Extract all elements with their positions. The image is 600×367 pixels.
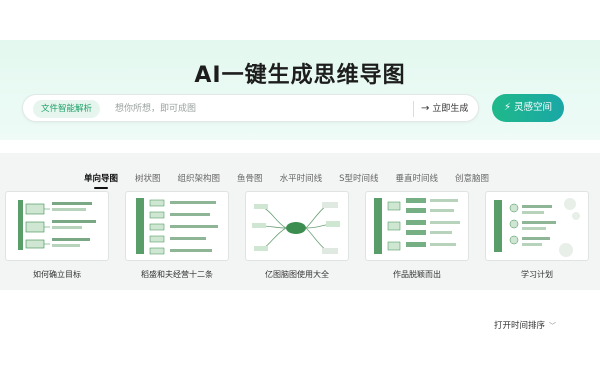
divider bbox=[413, 101, 414, 117]
tab-org-chart[interactable]: 组织架构图 bbox=[178, 172, 221, 186]
card-title: 亿图脑图使用大全 bbox=[265, 270, 329, 279]
tab-vertical-timeline[interactable]: 垂直时间线 bbox=[395, 172, 438, 186]
card-title: 作品脱颖而出 bbox=[393, 270, 441, 279]
card-thumbnail bbox=[125, 191, 229, 261]
card-title: 如何确立目标 bbox=[33, 270, 81, 279]
generate-button[interactable]: → 立即生成 bbox=[421, 100, 468, 118]
prompt-input[interactable] bbox=[115, 99, 415, 119]
mindmap-thumbnail-icon bbox=[374, 198, 460, 254]
mindmap-thumbnail-icon bbox=[252, 202, 340, 254]
card-thumbnail bbox=[245, 191, 349, 261]
search-bar: 文件智能解析 →立即生成 bbox=[22, 94, 479, 122]
arrow-right-icon: → bbox=[421, 103, 430, 114]
template-card[interactable]: 亿图脑图使用大全 bbox=[245, 191, 349, 280]
mindmap-thumbnail-icon bbox=[136, 198, 218, 255]
template-card[interactable]: 学习计划 bbox=[485, 191, 589, 280]
tab-one-way-map[interactable]: 单向导图 bbox=[84, 172, 118, 189]
chevron-down-icon: ﹀ bbox=[549, 322, 557, 330]
inspiration-space-button[interactable]: ⚡ 灵感空间 bbox=[492, 94, 564, 122]
sort-label: 打开时间排序 bbox=[494, 321, 546, 331]
tab-tree-chart[interactable]: 树状图 bbox=[135, 172, 161, 186]
top-strip bbox=[0, 0, 600, 40]
template-card[interactable]: 稻盛和夫经营十二条 bbox=[125, 191, 229, 280]
tab-fishbone[interactable]: 鱼骨图 bbox=[237, 172, 263, 186]
template-card[interactable]: 如何确立目标 bbox=[5, 191, 109, 280]
hero-banner bbox=[0, 40, 600, 140]
template-cards: 如何确立目标 稻盛和夫经营十二条 亿图脑图使用大全 作品脱颖而出 学习计划 bbox=[5, 191, 595, 281]
card-title: 学习计划 bbox=[521, 270, 553, 279]
hero-title: AI一键生成思维导图 bbox=[194, 63, 406, 88]
tab-creative-mindmap[interactable]: 创意脑图 bbox=[455, 172, 489, 186]
card-thumbnail bbox=[365, 191, 469, 261]
sort-dropdown[interactable]: 打开时间排序 ﹀ bbox=[494, 319, 556, 331]
template-card[interactable]: 作品脱颖而出 bbox=[365, 191, 469, 280]
card-title: 稻盛和夫经营十二条 bbox=[141, 270, 213, 279]
lightning-icon: ⚡ bbox=[503, 102, 511, 113]
card-thumbnail bbox=[5, 191, 109, 261]
tab-s-timeline[interactable]: S型时间线 bbox=[339, 172, 378, 186]
mindmap-thumbnail-icon bbox=[494, 198, 580, 257]
card-thumbnail bbox=[485, 191, 589, 261]
file-parse-tag[interactable]: 文件智能解析 bbox=[33, 100, 101, 118]
tab-horizontal-timeline[interactable]: 水平时间线 bbox=[280, 172, 323, 186]
mindmap-thumbnail-icon bbox=[10, 196, 106, 258]
inspiration-space-label: 灵感空间 bbox=[514, 102, 553, 113]
generate-button-label: 立即生成 bbox=[432, 104, 469, 114]
template-type-tabs: 单向导图 树状图 组织架构图 鱼骨图 水平时间线 S型时间线 垂直时间线 创意脑图 bbox=[84, 166, 506, 189]
